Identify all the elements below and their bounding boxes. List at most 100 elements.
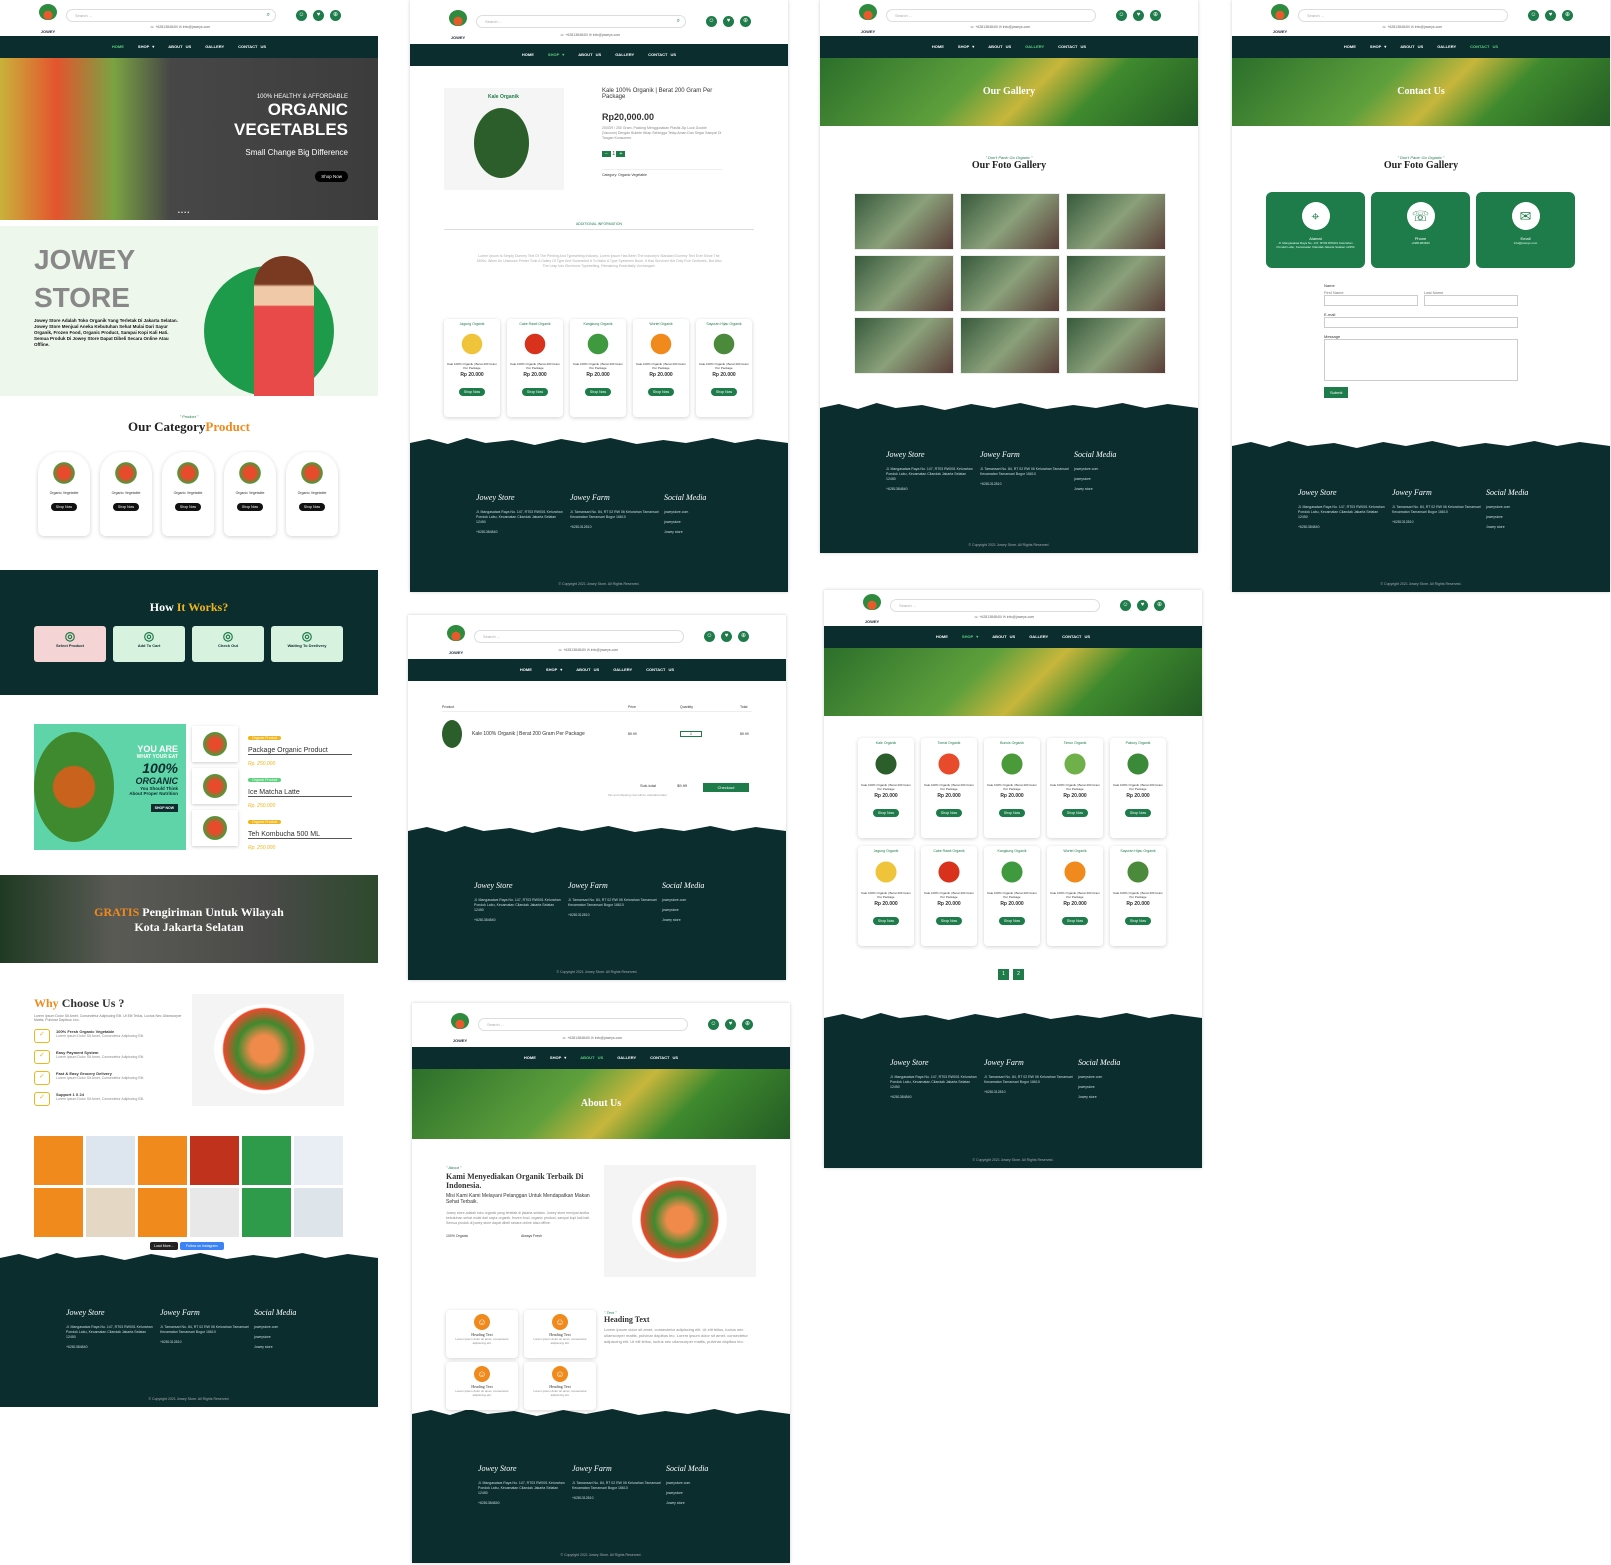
logo[interactable]: JOWEY [860, 594, 884, 624]
cart-icon[interactable]: ⊕ [1154, 600, 1165, 611]
logo[interactable]: JOWEY [36, 4, 60, 34]
heart-icon[interactable]: ♥ [313, 10, 324, 21]
nav-home[interactable]: HOME [112, 36, 124, 58]
instagram-post[interactable] [294, 1188, 343, 1237]
search-input[interactable]: Search ... ⌕ [66, 9, 276, 22]
category-card[interactable]: Organic Vegetable Shop Now [162, 452, 214, 536]
instagram-post[interactable] [242, 1136, 291, 1185]
nav-contact[interactable]: CONTACT US [648, 44, 676, 66]
category-shop-button[interactable]: Shop Now [236, 503, 264, 511]
instagram-post[interactable] [34, 1136, 83, 1185]
instagram-post[interactable] [190, 1136, 239, 1185]
shop-product-card[interactable]: Kale Organik Kale 100% Organik | Berat 20… [858, 738, 914, 838]
user-icon[interactable]: ☺ [1116, 10, 1127, 21]
logo[interactable]: JOWEY [444, 625, 468, 655]
shop-now-button[interactable]: Shop Now [998, 809, 1026, 817]
search-input[interactable]: Search ... [474, 630, 684, 643]
nav-about[interactable]: ABOUT US [578, 44, 601, 66]
heart-icon[interactable]: ♥ [721, 631, 732, 642]
shop-now-button[interactable]: Shop Now [872, 809, 900, 817]
category-shop-button[interactable]: Shop Now [50, 503, 78, 511]
cart-icon[interactable]: ⊕ [742, 1019, 753, 1030]
shop-now-button[interactable]: Shop Now [1124, 917, 1152, 925]
gallery-photo[interactable] [854, 193, 954, 250]
ig-load-more-button[interactable]: Load More... [150, 1242, 178, 1250]
related-product-card[interactable]: Jagung Organik Kale 100% Organik | Berat … [444, 319, 500, 417]
nav-shop[interactable]: SHOP ▾ [548, 44, 564, 66]
shop-product-card[interactable]: Pakcoy Organik Kale 100% Organik | Berat … [1110, 738, 1166, 838]
user-icon[interactable]: ☺ [1528, 10, 1539, 21]
gallery-photo[interactable] [854, 255, 954, 312]
nav-home[interactable]: HOME [522, 44, 534, 66]
category-shop-button[interactable]: Shop Now [112, 503, 140, 511]
cart-icon[interactable]: ⊕ [738, 631, 749, 642]
related-product-card[interactable]: Cabe Rawit Organik Kale 100% Organik | Be… [507, 319, 563, 417]
search-input[interactable]: Search ... [890, 599, 1100, 612]
last-name-input[interactable] [1424, 295, 1518, 306]
gallery-photo[interactable] [1066, 317, 1166, 374]
product-list-item[interactable]: Organic Product Ice Matcha Latte Rp. 250,0… [192, 768, 352, 809]
gallery-photo[interactable] [1066, 193, 1166, 250]
first-name-input[interactable] [1324, 295, 1418, 306]
logo[interactable]: JOWEY [856, 4, 880, 34]
shop-product-card[interactable]: Jagung Organik Kale 100% Organik | Berat … [858, 846, 914, 946]
ig-follow-button[interactable]: Follow on Instagram [180, 1242, 224, 1250]
shop-product-card[interactable]: Wortel Organik Kale 100% Organik | Berat … [1047, 846, 1103, 946]
related-product-card[interactable]: Sayuran Hijau Organik Kale 100% Organik |… [696, 319, 752, 417]
instagram-post[interactable] [34, 1188, 83, 1237]
shop-now-button[interactable]: Shop Now [647, 388, 675, 396]
shop-product-card[interactable]: Cabe Rawit Organik Kale 100% Organik | Be… [921, 846, 977, 946]
product-list-item[interactable]: Organic Product Teh Kombucha 500 ML Rp. 25… [192, 810, 352, 851]
gallery-photo[interactable] [854, 317, 954, 374]
tab-additional-info[interactable]: ADDITIONAL INFORMATION [444, 222, 754, 230]
logo[interactable]: JOWEY [446, 10, 470, 40]
user-icon[interactable]: ☺ [706, 16, 717, 27]
shop-now-button[interactable]: Shop Now [458, 388, 486, 396]
shop-product-card[interactable]: Buncis Organik Kale 100% Organik | Berat … [984, 738, 1040, 838]
category-card[interactable]: Organic Vegetable Shop Now [224, 452, 276, 536]
user-icon[interactable]: ☺ [1120, 600, 1131, 611]
search-icon[interactable]: ⌕ [267, 12, 270, 19]
instagram-post[interactable] [294, 1136, 343, 1185]
heart-icon[interactable]: ♥ [1137, 600, 1148, 611]
heart-icon[interactable]: ♥ [1545, 10, 1556, 21]
email-field[interactable] [1324, 317, 1518, 328]
gallery-photo[interactable] [1066, 255, 1166, 312]
nav-gallery[interactable]: GALLERY [205, 36, 224, 58]
gallery-photo[interactable] [960, 193, 1060, 250]
hero-slider-dots[interactable]: • • • • [178, 210, 189, 216]
logo[interactable]: JOWEY [1268, 4, 1292, 34]
submit-button[interactable]: Submit [1324, 387, 1349, 398]
shop-now-button[interactable]: Shop Now [935, 809, 963, 817]
shop-now-button[interactable]: Shop Now [584, 388, 612, 396]
page-button[interactable]: 1 [998, 969, 1009, 980]
page-button[interactable]: 2 [1013, 969, 1024, 980]
shop-now-button[interactable]: Shop Now [935, 917, 963, 925]
quantity-stepper[interactable]: − 1 + [602, 151, 722, 157]
related-product-card[interactable]: Kangkung Organik Kale 100% Organik | Bera… [570, 319, 626, 417]
product-list-item[interactable]: Organic Product Package Organic Product Rp… [192, 726, 352, 767]
user-icon[interactable]: ☺ [704, 631, 715, 642]
shop-product-card[interactable]: Tomat Organik Kale 100% Organik | Berat 2… [921, 738, 977, 838]
user-icon[interactable]: ☺ [296, 10, 307, 21]
category-card[interactable]: Organic Vegetable Shop Now [286, 452, 338, 536]
social-instagram[interactable]: joweystore [254, 1335, 344, 1340]
shop-now-button[interactable]: Shop Now [998, 917, 1026, 925]
instagram-post[interactable] [190, 1188, 239, 1237]
instagram-post[interactable] [242, 1188, 291, 1237]
shop-now-button[interactable]: Shop Now [521, 388, 549, 396]
category-shop-button[interactable]: Shop Now [298, 503, 326, 511]
nav-about[interactable]: ABOUT US [168, 36, 191, 58]
shop-now-button[interactable]: Shop Now [315, 171, 348, 182]
shop-product-card[interactable]: Sayuran Hijau Organik Kale 100% Organik |… [1110, 846, 1166, 946]
shop-product-card[interactable]: Timun Organik Kale 100% Organik | Berat 2… [1047, 738, 1103, 838]
heart-icon[interactable]: ♥ [1133, 10, 1144, 21]
promo-shop-button[interactable]: SHOP NOW [150, 804, 178, 812]
message-textarea[interactable] [1324, 339, 1518, 381]
heart-icon[interactable]: ♥ [725, 1019, 736, 1030]
shop-now-button[interactable]: Shop Now [710, 388, 738, 396]
search-input[interactable]: Search ... [478, 1018, 688, 1031]
logo[interactable]: JOWEY [448, 1013, 472, 1043]
shop-now-button[interactable]: Shop Now [1061, 809, 1089, 817]
shop-now-button[interactable]: Shop Now [872, 917, 900, 925]
